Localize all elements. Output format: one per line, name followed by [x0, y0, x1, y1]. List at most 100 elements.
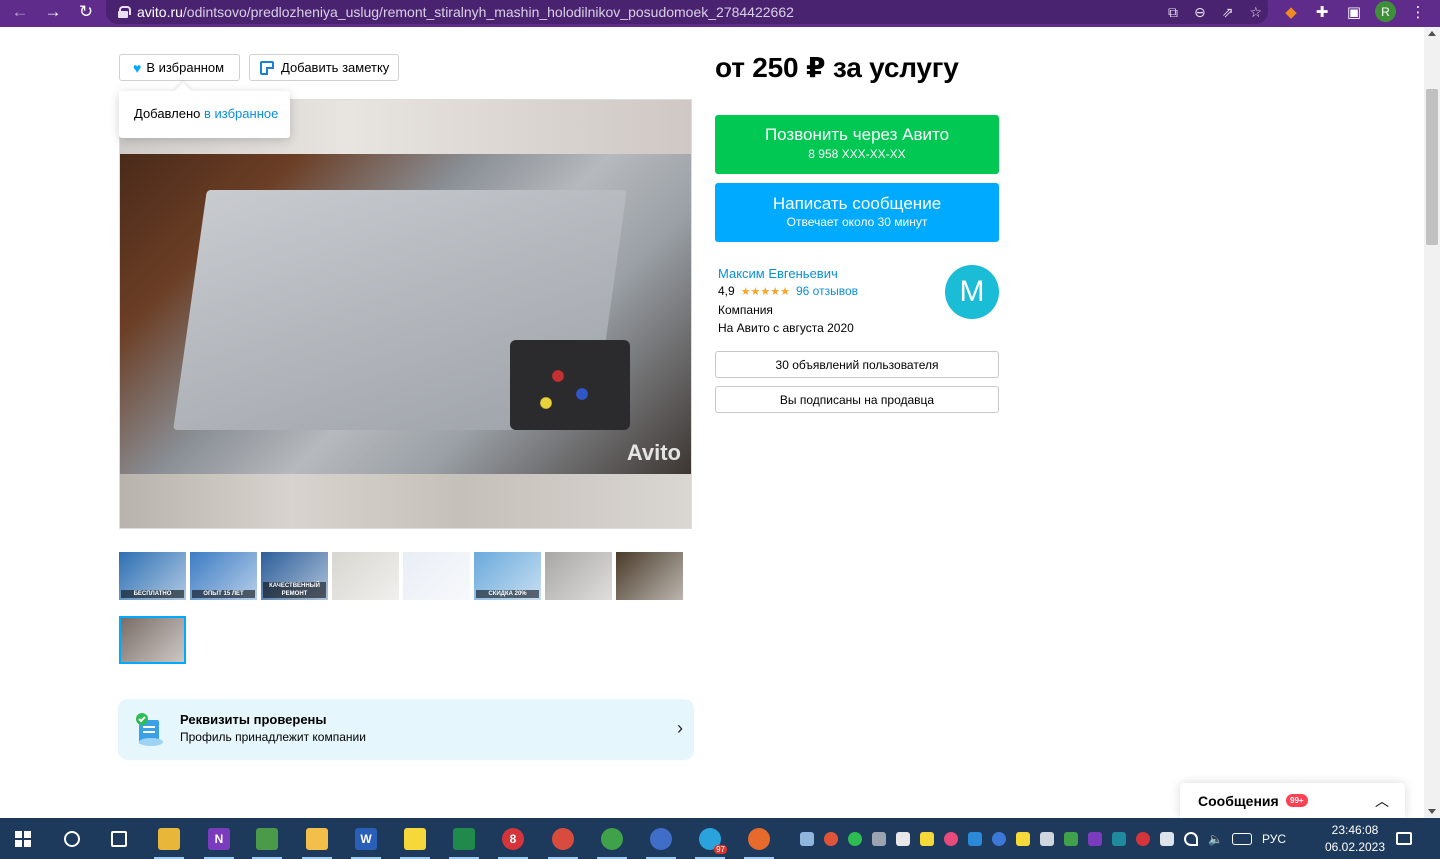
tray-shield-icon[interactable] — [848, 831, 862, 846]
photo-thumbnail[interactable] — [545, 552, 612, 600]
taskbar-chrome-alt-button[interactable] — [638, 818, 684, 859]
telegram-unread-badge: 97 — [714, 845, 727, 854]
taskbar-file-explorer-button[interactable] — [146, 818, 192, 859]
lock-icon — [118, 6, 131, 18]
tray-green-icon[interactable] — [1064, 831, 1078, 846]
price: от 250 ₽ за услугу — [715, 52, 959, 83]
requisites-banner[interactable]: Реквизиты проверены Профиль принадлежит … — [118, 699, 694, 760]
page-scrollbar[interactable] — [1424, 27, 1440, 818]
taskbar-chrome-profile-button[interactable] — [589, 818, 635, 859]
reviews-link[interactable]: 96 отзывов — [796, 284, 858, 298]
tray-snip-icon[interactable] — [968, 831, 982, 846]
seller-name-link[interactable]: Максим Евгеньевич — [718, 266, 838, 281]
photo-thumbnail[interactable] — [403, 552, 470, 600]
taskbar-notepad-button[interactable] — [244, 818, 290, 859]
back-icon[interactable]: ← — [8, 0, 32, 24]
note-icon — [260, 60, 274, 75]
taskbar-excel-button[interactable] — [441, 818, 487, 859]
reload-icon[interactable]: ↻ — [74, 0, 98, 24]
side-panel-icon[interactable]: ▣ — [1342, 0, 1366, 24]
photo-thumbnail[interactable] — [332, 552, 399, 600]
tray-notes-icon[interactable] — [920, 831, 934, 846]
windows-taskbar: N W 8 97 🔈 РУС 23:46:08 06.02.2023 — [0, 818, 1440, 859]
scroll-down-icon[interactable] — [1428, 809, 1436, 814]
address-bar[interactable]: avito.ru/odintsovo/predlozheniya_uslug/r… — [106, 0, 1268, 24]
extensions-puzzle-icon[interactable]: ✚ — [1310, 0, 1334, 24]
thumbnail-caption: СКИДКА 20% — [476, 590, 539, 598]
add-note-button[interactable]: Добавить заметку — [249, 54, 399, 81]
tray-app-icon[interactable] — [992, 831, 1006, 846]
notification-icon — [1396, 832, 1412, 845]
zoom-icon[interactable]: ⊖ — [1194, 4, 1206, 21]
share-icon[interactable]: ⇗ — [1222, 4, 1234, 21]
wifi-icon[interactable] — [1184, 831, 1198, 846]
forward-icon[interactable]: → — [41, 0, 65, 24]
yandex-icon: 8 — [502, 827, 524, 850]
start-button[interactable] — [0, 818, 46, 859]
translate-icon[interactable]: ⧉ — [1168, 4, 1178, 21]
tray-window-icon[interactable] — [1040, 831, 1054, 846]
bookmark-star-icon[interactable]: ☆ — [1249, 4, 1262, 21]
search-icon — [64, 830, 80, 847]
chevron-right-icon: › — [677, 718, 683, 738]
notifications-button[interactable] — [1396, 818, 1412, 859]
taskbar-telegram-button[interactable]: 97 — [687, 818, 733, 859]
favorite-button[interactable]: ♥ В избранном — [119, 54, 240, 81]
photo-thumbnail[interactable]: БЕСПЛАТНО — [119, 552, 186, 600]
thumbnail-caption: КАЧЕСТВЕННЫЙ РЕМОНТ — [263, 582, 326, 598]
clock[interactable]: 23:46:08 06.02.2023 — [1320, 822, 1390, 856]
tray-onenote-icon[interactable] — [1088, 831, 1102, 846]
requisites-title: Реквизиты проверены — [180, 712, 327, 727]
photo-thumbnail[interactable]: СКИДКА 20% — [474, 552, 541, 600]
message-label: Написать сообщение — [772, 194, 942, 213]
favorite-tooltip: Добавлено в избранное — [119, 91, 290, 138]
tray-fx-icon[interactable] — [1112, 831, 1126, 846]
battery-icon[interactable] — [1160, 831, 1174, 846]
taskbar-firefox-button[interactable] — [736, 818, 782, 859]
language-indicator[interactable]: РУС — [1262, 832, 1286, 846]
tray-file-icon[interactable] — [896, 831, 910, 846]
messages-widget[interactable]: Сообщения 99+ ︿ — [1180, 783, 1405, 818]
tray-telegram-icon[interactable] — [800, 831, 814, 846]
scroll-up-icon[interactable] — [1428, 31, 1436, 36]
tray-target-icon[interactable] — [944, 831, 958, 846]
volume-icon[interactable]: 🔈 — [1208, 832, 1223, 846]
message-button[interactable]: Написать сообщение Отвечает около 30 мин… — [715, 183, 999, 242]
folder-icon — [306, 827, 328, 850]
photo-blur-bottom — [120, 474, 691, 528]
requisites-subtitle: Профиль принадлежит компании — [180, 730, 366, 744]
seller-avatar[interactable]: M — [945, 265, 999, 319]
photo-wires — [510, 340, 630, 430]
scrollbar-thumb[interactable] — [1426, 89, 1438, 245]
subscribed-button[interactable]: Вы подписаны на продавца — [715, 386, 999, 413]
profile-avatar[interactable]: R — [1375, 1, 1396, 22]
tooltip-text: Добавлено — [134, 106, 201, 121]
taskbar-word-button[interactable]: W — [343, 818, 389, 859]
seller-type: Компания — [718, 303, 773, 317]
tray-sticky-icon[interactable] — [1016, 831, 1030, 846]
photo-thumbnail[interactable] — [119, 616, 186, 664]
metamask-extension-icon[interactable]: ◆ — [1279, 0, 1303, 24]
taskbar-search-button[interactable] — [49, 818, 95, 859]
call-button[interactable]: Позвонить через Авито 8 958 XXX-XX-XX — [715, 115, 999, 174]
menu-kebab-icon[interactable]: ⋮ — [1406, 0, 1430, 24]
chevron-up-icon[interactable]: ︿ — [1375, 791, 1389, 811]
photo-thumbnail[interactable] — [616, 552, 683, 600]
seller-listings-button[interactable]: 30 объявлений пользователя — [715, 351, 999, 378]
taskbar-sticky-notes-button[interactable] — [392, 818, 438, 859]
photo-thumbnail[interactable]: ОПЫТ 15 ЛЕТ — [190, 552, 257, 600]
taskbar-onenote-button[interactable]: N — [196, 818, 242, 859]
tray-monitor-icon[interactable] — [872, 831, 886, 846]
taskbar-chrome-button[interactable] — [540, 818, 586, 859]
keyboard-icon[interactable] — [1232, 832, 1252, 845]
photo-thumbnail[interactable]: КАЧЕСТВЕННЫЙ РЕМОНТ — [261, 552, 328, 600]
tray-yandex-icon[interactable] — [1136, 831, 1150, 846]
main-photo[interactable]: Avito — [119, 99, 692, 529]
favorites-link[interactable]: в избранное — [204, 106, 278, 121]
taskbar-task-view-button[interactable] — [96, 818, 142, 859]
taskbar-yandex-button[interactable]: 8 — [490, 818, 536, 859]
tray-chrome-icon[interactable] — [824, 831, 838, 846]
firefox-icon — [748, 827, 770, 850]
sticky-notes-icon — [404, 827, 426, 850]
taskbar-folder-button[interactable] — [294, 818, 340, 859]
